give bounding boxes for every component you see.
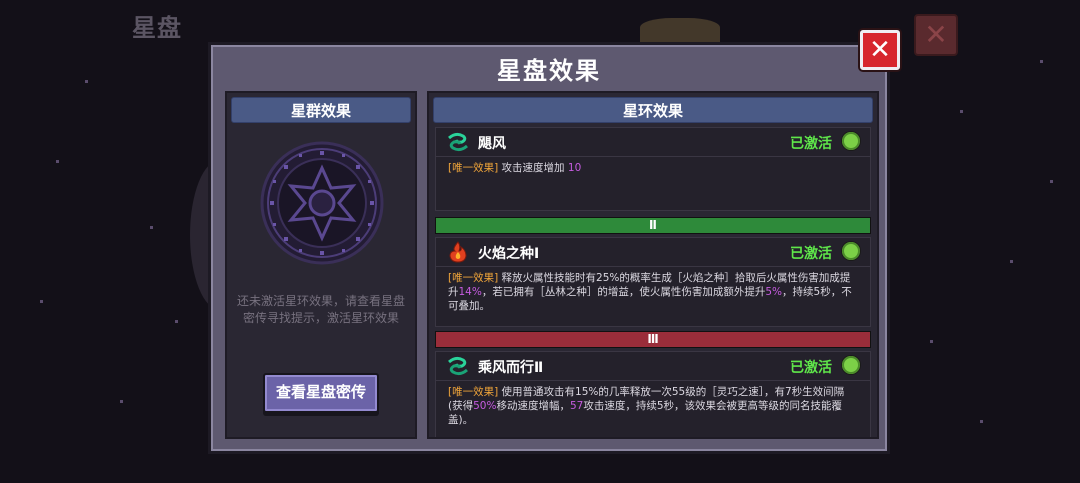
unique-effect-tag: [唯一效果] <box>448 272 499 284</box>
background-star <box>980 420 983 423</box>
background-star <box>960 110 963 113</box>
background-star <box>85 80 88 83</box>
skill-card-header: 乘风而行Ⅱ 已激活 <box>436 352 870 381</box>
background-star <box>40 300 43 303</box>
skill-card-header: 火焰之种Ⅰ 已激活 <box>436 238 870 267</box>
ring-effects-header: 星环效果 <box>433 97 873 123</box>
constellation-effects-panel: 星群效果 还未激活星环效果，请查看星盘密传寻找提示，激活星环效果 查看星盘密传 <box>225 91 417 439</box>
view-astrolabe-secrets-button[interactable]: 查看星盘密传 <box>263 373 379 413</box>
skill-name: 乘风而行Ⅱ <box>478 360 544 376</box>
skill-name: 飓风 <box>478 136 506 152</box>
background-close-button: ✕ <box>914 14 958 56</box>
highlight-value: 50% <box>473 400 497 412</box>
skill-status: 已激活 <box>790 136 832 152</box>
ring-effects-panel: 星环效果 飓风 已激活 [唯一效果] 攻击速度增加 10 Ⅱ 火焰之种Ⅰ 已激活… <box>427 91 879 439</box>
background-star <box>56 160 59 163</box>
background-ornament <box>640 18 720 42</box>
description-text: ，若已拥有［丛林之种］的增益，使火属性伤害加成额外提升 <box>481 286 766 298</box>
close-button[interactable]: ✕ <box>860 30 900 70</box>
active-indicator-icon <box>842 356 860 374</box>
highlight-value: 10 <box>567 162 582 174</box>
dialog-title: 星盘效果 <box>497 57 601 85</box>
wind-swirl-icon <box>448 132 468 152</box>
skill-description: [唯一效果] 使用普通攻击有15%的几率释放一次55级的［灵巧之速］，有7秒生效… <box>448 385 856 427</box>
description-text: 攻击速度增加 <box>498 162 568 174</box>
skill-description: [唯一效果] 释放火属性技能时有25%的概率生成［火焰之种］拾取后火属性伤害加成… <box>448 271 856 313</box>
skill-status: 已激活 <box>790 360 832 376</box>
background-star <box>175 320 178 323</box>
skill-description: [唯一效果] 攻击速度增加 10 <box>448 161 856 175</box>
wind-swirl-icon <box>448 356 468 376</box>
skill-card-header: 飓风 已激活 <box>436 128 870 157</box>
unique-effect-tag: [唯一效果] <box>448 386 499 398</box>
astrolabe-disk-icon <box>260 141 384 265</box>
highlight-value: 5% <box>765 286 783 298</box>
skill-name: 火焰之种Ⅰ <box>478 246 540 262</box>
background-star <box>1050 180 1053 183</box>
astrolabe-effects-dialog: 星盘效果 星群效果 还未激活星环效果，请查看星盘密传寻找提示，激活星环效果 查看… <box>208 42 890 454</box>
background-star <box>930 340 933 343</box>
flame-seed-icon <box>449 241 467 263</box>
background-star <box>150 226 153 229</box>
highlight-value: 57 <box>569 400 584 412</box>
background-page-title: 星盘 <box>132 14 182 42</box>
active-indicator-icon <box>842 132 860 150</box>
background-star <box>1010 260 1013 263</box>
description-text: 移动速度增幅， <box>496 400 570 412</box>
tier-divider-3: Ⅲ <box>435 331 871 348</box>
no-effect-hint: 还未激活星环效果，请查看星盘密传寻找提示，激活星环效果 <box>236 294 405 325</box>
tier-divider-2: Ⅱ <box>435 217 871 234</box>
highlight-value: 14% <box>458 286 482 298</box>
constellation-effects-header: 星群效果 <box>231 97 411 123</box>
background-star <box>120 400 123 403</box>
skill-card-flame-seed: 火焰之种Ⅰ 已激活 [唯一效果] 释放火属性技能时有25%的概率生成［火焰之种］… <box>435 237 871 327</box>
skill-card-gale: 飓风 已激活 [唯一效果] 攻击速度增加 10 <box>435 127 871 211</box>
skill-card-ride-the-wind: 乘风而行Ⅱ 已激活 [唯一效果] 使用普通攻击有15%的几率释放一次55级的［灵… <box>435 351 871 437</box>
background-star <box>1040 60 1043 63</box>
unique-effect-tag: [唯一效果] <box>448 162 499 174</box>
active-indicator-icon <box>842 242 860 260</box>
skill-status: 已激活 <box>790 246 832 262</box>
